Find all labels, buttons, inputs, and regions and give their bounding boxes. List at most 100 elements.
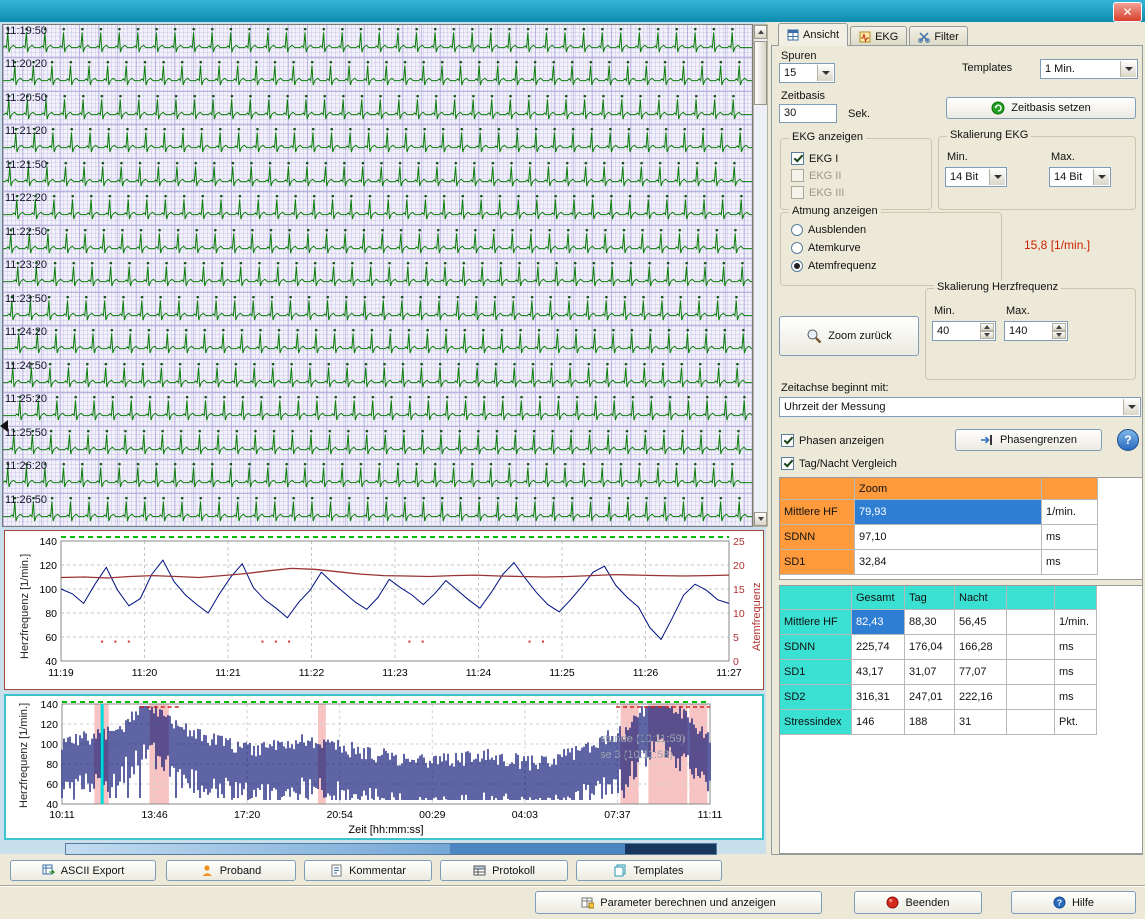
- hf-max-spinner[interactable]: 140: [1004, 321, 1068, 341]
- ecg-strip-row[interactable]: 11:25:50: [3, 427, 752, 460]
- ecg-strip-row[interactable]: 11:24:20: [3, 326, 752, 359]
- cell-unit[interactable]: ms: [1055, 685, 1097, 710]
- phasen-anzeigen-checkbox[interactable]: [781, 434, 794, 447]
- ekg1-checkbox[interactable]: [791, 152, 804, 165]
- tag-nacht-checkbox[interactable]: [781, 457, 794, 470]
- cell-unit[interactable]: ms: [1055, 660, 1097, 685]
- ecg-strip-row[interactable]: 11:21:20: [3, 125, 752, 158]
- scroll-up-icon[interactable]: [754, 25, 767, 39]
- ecg-strip-row[interactable]: 11:22:20: [3, 192, 752, 225]
- chevron-down-icon[interactable]: [1123, 399, 1139, 415]
- cell-nacht[interactable]: 166,28: [955, 635, 1007, 660]
- row-label[interactable]: SDNN: [780, 525, 855, 550]
- ecg-strip-row[interactable]: 11:23:20: [3, 259, 752, 292]
- range-segment-medium[interactable]: [450, 844, 626, 854]
- tab-ekg[interactable]: EKG: [850, 26, 907, 46]
- templates-button[interactable]: Templates: [576, 860, 722, 881]
- ascii-export-button[interactable]: ASCII Export: [10, 860, 156, 881]
- cell-gesamt[interactable]: 82,43: [852, 610, 905, 635]
- ecg-strip-row[interactable]: 11:23:50: [3, 293, 752, 326]
- row-label[interactable]: SDNN: [780, 635, 852, 660]
- protokoll-button[interactable]: Protokoll: [440, 860, 568, 881]
- cell-empty[interactable]: [1007, 685, 1055, 710]
- spuren-dropdown[interactable]: 15: [779, 63, 835, 83]
- row-label[interactable]: Mittlere HF: [780, 610, 852, 635]
- tab-ansicht[interactable]: Ansicht: [778, 23, 848, 46]
- cell-value[interactable]: 97,10: [855, 525, 1042, 550]
- cell-value[interactable]: 79,93: [855, 500, 1042, 525]
- cell-nacht[interactable]: 31: [955, 710, 1007, 735]
- ecg-strip-row[interactable]: 11:20:50: [3, 92, 752, 125]
- chevron-down-icon[interactable]: [817, 65, 833, 81]
- atemfrequenz-radio[interactable]: [791, 260, 803, 272]
- cell-gesamt[interactable]: 225,74: [852, 635, 905, 660]
- cell-nacht[interactable]: 56,45: [955, 610, 1007, 635]
- beenden-button[interactable]: Beenden: [854, 891, 982, 914]
- hr-zoom-chart[interactable]: 11:1911:2011:2111:2211:2311:2411:2511:26…: [4, 530, 764, 690]
- close-button[interactable]: ✕: [1113, 2, 1142, 22]
- scroll-down-icon[interactable]: [754, 512, 767, 526]
- chevron-down-icon[interactable]: [1093, 169, 1109, 185]
- atemkurve-radio[interactable]: [791, 242, 803, 254]
- ecg-strip-row[interactable]: 11:20:20: [3, 58, 752, 91]
- cell-nacht[interactable]: 222,16: [955, 685, 1007, 710]
- cell-empty[interactable]: [1007, 610, 1055, 635]
- row-label[interactable]: Mittlere HF: [780, 500, 855, 525]
- ecg-strip-row[interactable]: 11:22:50: [3, 226, 752, 259]
- range-segment-dark[interactable]: [625, 844, 716, 854]
- hr-zoom-plot[interactable]: 11:1911:2011:2111:2211:2311:2411:2511:26…: [5, 531, 763, 689]
- proband-button[interactable]: Proband: [166, 860, 296, 881]
- cell-gesamt[interactable]: 316,31: [852, 685, 905, 710]
- ecg-strip-row[interactable]: 11:26:50: [3, 494, 752, 526]
- cell-tag[interactable]: 31,07: [905, 660, 955, 685]
- ekg-min-dropdown[interactable]: 14 Bit: [945, 167, 1007, 187]
- time-range-bar[interactable]: [65, 843, 717, 855]
- kommentar-button[interactable]: Kommentar: [304, 860, 432, 881]
- spin-down-icon[interactable]: [1052, 331, 1066, 339]
- spin-down-icon[interactable]: [980, 331, 994, 339]
- cell-unit[interactable]: ms: [1042, 550, 1098, 575]
- longterm-hr-chart[interactable]: 14012010080604010:1113:4617:2020:5400:29…: [4, 694, 764, 840]
- cell-unit[interactable]: 1/min.: [1055, 610, 1097, 635]
- longterm-plot[interactable]: 14012010080604010:1113:4617:2020:5400:29…: [6, 696, 760, 838]
- phasengrenzen-button[interactable]: Phasengrenzen: [955, 429, 1102, 451]
- spin-up-icon[interactable]: [980, 323, 994, 331]
- tab-filter[interactable]: Filter: [909, 26, 967, 46]
- parameter-berechnen-button[interactable]: Parameter berechnen und anzeigen: [535, 891, 822, 914]
- cell-tag[interactable]: 247,01: [905, 685, 955, 710]
- ecg-scrollbar[interactable]: [753, 24, 768, 527]
- zeitbasis-setzen-button[interactable]: Zeitbasis setzen: [946, 97, 1136, 119]
- cell-gesamt[interactable]: 43,17: [852, 660, 905, 685]
- row-label[interactable]: SD1: [780, 660, 852, 685]
- ecg-strip-row[interactable]: 11:24:50: [3, 360, 752, 393]
- scrollbar-thumb[interactable]: [754, 41, 767, 105]
- ecg-strip-panel[interactable]: 11:19:5011:20:2011:20:5011:21:2011:21:50…: [2, 24, 753, 527]
- ecg-strip-row[interactable]: 11:26:20: [3, 460, 752, 493]
- cell-unit[interactable]: Pkt.: [1055, 710, 1097, 735]
- hf-min-spinner[interactable]: 40: [932, 321, 996, 341]
- cell-unit[interactable]: 1/min.: [1042, 500, 1098, 525]
- cell-empty[interactable]: [1007, 635, 1055, 660]
- help-icon[interactable]: ?: [1117, 429, 1139, 451]
- row-label[interactable]: SD1: [780, 550, 855, 575]
- chevron-down-icon[interactable]: [1120, 61, 1136, 77]
- cell-gesamt[interactable]: 146: [852, 710, 905, 735]
- ausblenden-radio[interactable]: [791, 224, 803, 236]
- ecg-strip-row[interactable]: 11:21:50: [3, 159, 752, 192]
- spin-up-icon[interactable]: [1052, 323, 1066, 331]
- ekg-max-dropdown[interactable]: 14 Bit: [1049, 167, 1111, 187]
- hilfe-button[interactable]: ? Hilfe: [1011, 891, 1136, 914]
- cell-unit[interactable]: ms: [1055, 635, 1097, 660]
- ecg-strip-row[interactable]: 11:25:20: [3, 393, 752, 426]
- cell-tag[interactable]: 188: [905, 710, 955, 735]
- zoom-zurueck-button[interactable]: Zoom zurück: [779, 316, 919, 356]
- zeitbasis-input[interactable]: 30: [779, 104, 837, 123]
- templates-dropdown[interactable]: 1 Min.: [1040, 59, 1138, 79]
- range-segment-light[interactable]: [66, 844, 450, 854]
- cell-empty[interactable]: [1007, 660, 1055, 685]
- cell-tag[interactable]: 88,30: [905, 610, 955, 635]
- cell-empty[interactable]: [1007, 710, 1055, 735]
- chevron-down-icon[interactable]: [989, 169, 1005, 185]
- cell-unit[interactable]: ms: [1042, 525, 1098, 550]
- cell-nacht[interactable]: 77,07: [955, 660, 1007, 685]
